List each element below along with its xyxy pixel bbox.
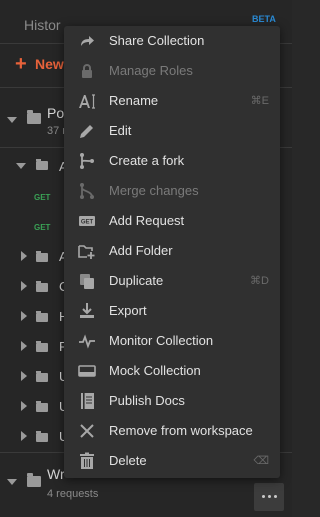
menu-item-label: Add Folder [109,243,173,258]
menu-item-label: Delete [109,453,147,468]
menu-item-shortcut: ⌫ [253,455,269,467]
merge-icon [78,182,96,200]
folder-icon [36,251,48,262]
folder-icon [36,159,48,170]
menu-item-label: Share Collection [109,33,205,48]
folder-caret-icon[interactable] [21,371,27,381]
new-button[interactable]: New [35,56,64,72]
menu-item-manage-roles: Manage Roles [64,56,280,86]
menu-item-label: Edit [109,123,132,138]
collection-folder-icon [27,473,41,487]
folder-caret-icon[interactable] [21,401,27,411]
menu-item-merge-changes: Merge changes [64,176,280,206]
menu-item-share-collection[interactable]: Share Collection [64,26,280,56]
menu-item-label: Duplicate [109,273,164,288]
menu-item-remove-from-workspace[interactable]: Remove from workspace [64,416,280,446]
menu-item-label: Publish Docs [109,393,185,408]
share-icon [78,32,96,50]
folder-icon [36,431,48,442]
collection-context-menu: Share Collection Manage Roles Rename ⌘E … [64,26,280,478]
menu-item-label: Create a fork [109,153,185,168]
menu-item-create-fork[interactable]: Create a fork [64,146,280,176]
menu-item-shortcut: ⌘D [250,275,269,287]
folder-icon [36,341,48,352]
collection-name[interactable]: Wr [47,466,65,482]
menu-item-export[interactable]: Export [64,296,280,326]
svg-text:GET: GET [81,220,94,226]
add-folder-icon [78,242,96,260]
rename-icon [78,92,96,110]
folder-caret-icon[interactable] [21,311,27,321]
menu-item-add-folder[interactable]: Add Folder [64,236,280,266]
folder-icon [36,311,48,322]
trash-icon [78,452,96,470]
get-request-icon: GET [78,212,96,230]
collapse-caret-icon[interactable] [7,479,17,485]
menu-item-mock-collection[interactable]: Mock Collection [64,356,280,386]
collection-name[interactable]: Po [47,105,64,121]
docs-icon [78,392,96,410]
menu-item-add-request[interactable]: GET Add Request [64,206,280,236]
folder-caret-icon[interactable] [21,431,27,441]
more-options-button[interactable] [254,483,284,511]
menu-item-label: Remove from workspace [109,423,253,438]
plus-icon: + [15,53,27,75]
menu-item-monitor-collection[interactable]: Monitor Collection [64,326,280,356]
menu-item-label: Add Request [109,213,185,228]
fork-icon [78,152,96,170]
menu-item-label: Manage Roles [109,63,193,78]
folder-caret-icon[interactable] [21,281,27,291]
menu-item-duplicate[interactable]: Duplicate ⌘D [64,266,280,296]
folder-caret-icon[interactable] [21,251,27,261]
close-icon [78,422,96,440]
pencil-icon [78,122,96,140]
collection-folder-icon [27,110,41,124]
folder-icon [36,281,48,292]
folder-icon [36,401,48,412]
menu-item-label: Monitor Collection [109,333,214,348]
beta-badge: BETA [252,14,276,24]
folder-caret-icon[interactable] [16,163,26,169]
mock-server-icon [78,362,96,380]
menu-item-delete[interactable]: Delete ⌫ [64,446,280,476]
menu-item-edit[interactable]: Edit [64,116,280,146]
collection-request-count: 4 requests [47,488,99,500]
lock-icon [78,62,96,80]
export-icon [78,302,96,320]
menu-item-label: Export [109,303,147,318]
menu-item-shortcut: ⌘E [250,95,269,107]
folder-icon [36,371,48,382]
menu-item-label: Merge changes [109,183,199,198]
menu-item-label: Rename [109,93,159,108]
duplicate-icon [78,272,96,290]
menu-item-publish-docs[interactable]: Publish Docs [64,386,280,416]
menu-item-label: Mock Collection [109,363,201,378]
get-method-badge: GET [34,223,51,232]
pulse-icon [78,332,96,350]
collapse-caret-icon[interactable] [7,117,17,123]
folder-caret-icon[interactable] [21,341,27,351]
get-method-badge: GET [34,193,51,202]
menu-item-rename[interactable]: Rename ⌘E [64,86,280,116]
tab-history[interactable]: Histor [24,17,61,33]
